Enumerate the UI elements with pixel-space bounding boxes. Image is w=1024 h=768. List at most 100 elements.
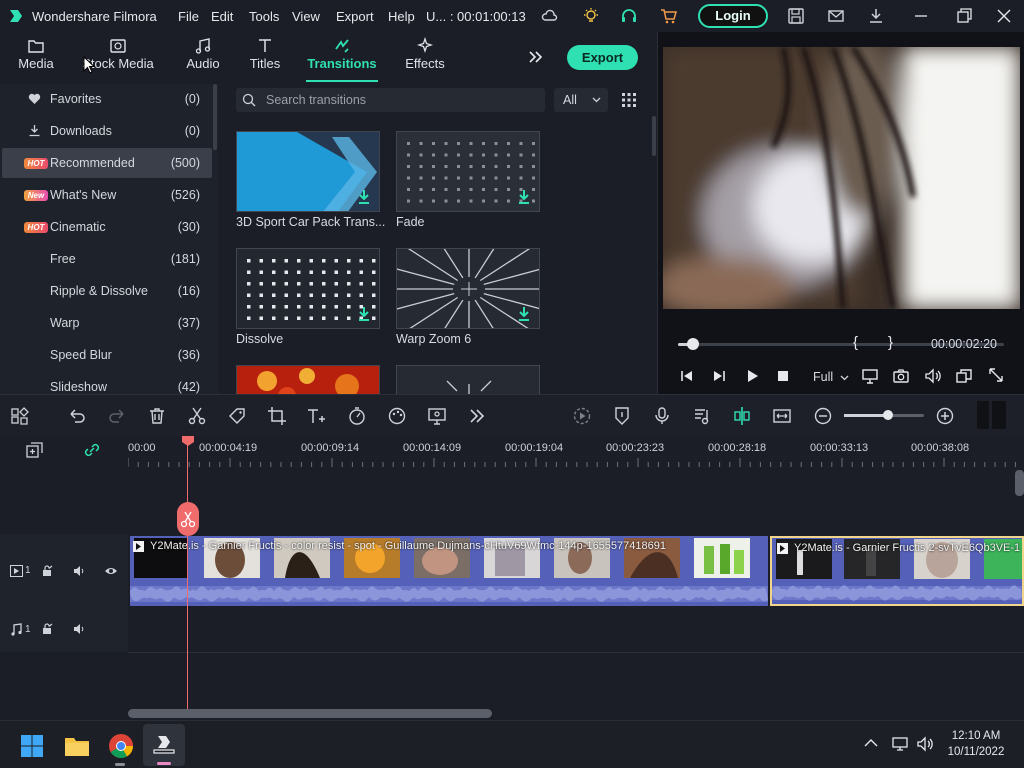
- monitor-icon[interactable]: [861, 367, 879, 385]
- green-screen-icon[interactable]: [427, 406, 447, 426]
- minimize-icon[interactable]: [912, 7, 930, 25]
- mark-out-button[interactable]: }: [888, 334, 893, 351]
- chrome-icon[interactable]: [108, 733, 134, 759]
- save-icon[interactable]: [787, 7, 805, 25]
- transition-thumb-fire[interactable]: [236, 365, 380, 394]
- sidebar-scrollbar[interactable]: [213, 84, 217, 150]
- filmora-taskbar-button[interactable]: [143, 724, 185, 766]
- playhead-knob[interactable]: [687, 338, 700, 350]
- browser-scrollbar[interactable]: [652, 116, 656, 156]
- audio-mixer-icon[interactable]: [692, 406, 712, 426]
- crop-icon[interactable]: [267, 406, 287, 426]
- download-icon[interactable]: [517, 189, 531, 205]
- scissors-icon[interactable]: [187, 406, 207, 426]
- menu-file[interactable]: File: [178, 9, 199, 24]
- clock-date[interactable]: 10/11/2022: [944, 746, 1008, 758]
- close-icon[interactable]: [995, 7, 1013, 25]
- zoom-slider-knob[interactable]: [883, 410, 893, 420]
- search-input[interactable]: [266, 91, 536, 109]
- zoom-out-icon[interactable]: [813, 406, 833, 426]
- play-icon[interactable]: [745, 369, 759, 383]
- mark-in-button[interactable]: {: [853, 334, 858, 351]
- speaker-icon[interactable]: [916, 735, 934, 753]
- search-box[interactable]: [236, 88, 545, 112]
- mute-icon[interactable]: [73, 565, 86, 577]
- speed-icon[interactable]: [347, 406, 367, 426]
- tab-titles[interactable]: Titles: [244, 32, 286, 80]
- category-warp[interactable]: Warp (37): [2, 308, 212, 338]
- windows-start-icon[interactable]: [20, 734, 44, 758]
- more-tools-icon[interactable]: [467, 406, 487, 426]
- cloud-icon[interactable]: [541, 7, 559, 25]
- timeline-playhead[interactable]: [187, 436, 188, 710]
- filter-dropdown[interactable]: All: [554, 88, 608, 112]
- login-button[interactable]: Login: [698, 4, 768, 28]
- download-icon[interactable]: [357, 189, 371, 205]
- menu-edit[interactable]: Edit: [211, 9, 233, 24]
- lock-icon[interactable]: [42, 564, 54, 577]
- play-pause-icon[interactable]: [712, 369, 726, 383]
- mail-icon[interactable]: [827, 7, 845, 25]
- timeline-ruler[interactable]: 00:00 00:00:04:19 00:00:09:14 00:00:14:0…: [0, 436, 1024, 470]
- chevron-up-icon[interactable]: [864, 738, 878, 748]
- transition-thumb-warp-zoom-6[interactable]: [396, 248, 540, 329]
- download-icon[interactable]: [357, 306, 371, 322]
- transition-thumb-fade[interactable]: [396, 131, 540, 212]
- microphone-icon[interactable]: [652, 406, 672, 426]
- volume-icon[interactable]: [924, 367, 942, 385]
- camera-icon[interactable]: [892, 367, 910, 385]
- snap-icon[interactable]: [732, 406, 752, 426]
- previous-frame-icon[interactable]: [680, 369, 694, 383]
- tab-transitions[interactable]: Transitions: [306, 32, 378, 82]
- export-button[interactable]: Export: [567, 45, 638, 70]
- menu-help[interactable]: Help: [388, 9, 415, 24]
- tab-media[interactable]: Media: [14, 32, 58, 80]
- bulb-icon[interactable]: [582, 7, 600, 25]
- category-cinematic[interactable]: HOT Cinematic (30): [2, 212, 212, 242]
- grid-view-icon[interactable]: [621, 92, 637, 108]
- mute-icon[interactable]: [73, 623, 86, 635]
- fullscreen-icon[interactable]: [988, 367, 1004, 383]
- video-clip-2-selected[interactable]: Y2Mate.is - Garnier Fructis 2-svTvE6Qb3V…: [770, 536, 1024, 606]
- marker-icon[interactable]: [612, 406, 632, 426]
- tag-icon[interactable]: [227, 406, 247, 426]
- layout-icon[interactable]: [10, 406, 30, 426]
- category-favorites[interactable]: Favorites (0): [2, 84, 212, 114]
- fit-timeline-icon[interactable]: [772, 406, 792, 426]
- playhead-handle-icon[interactable]: [181, 435, 195, 447]
- clock-time[interactable]: 12:10 AM: [944, 730, 1008, 742]
- download-icon[interactable]: [867, 7, 885, 25]
- timeline-vertical-scrollbar[interactable]: [1015, 470, 1024, 496]
- color-palette-icon[interactable]: [387, 406, 407, 426]
- transition-thumb-3d-sport-car[interactable]: [236, 131, 380, 212]
- split-marker[interactable]: [177, 502, 199, 536]
- category-downloads[interactable]: Downloads (0): [2, 116, 212, 146]
- stop-icon[interactable]: [777, 370, 789, 382]
- category-whats-new[interactable]: New What's New (526): [2, 180, 212, 210]
- link-icon[interactable]: [82, 441, 102, 459]
- cart-icon[interactable]: [660, 7, 678, 25]
- preview-video-frame[interactable]: [663, 47, 1020, 309]
- category-speed-blur[interactable]: Speed Blur (36): [2, 340, 212, 370]
- network-icon[interactable]: [891, 735, 909, 753]
- eye-icon[interactable]: [104, 566, 118, 576]
- crop-screen-icon[interactable]: [955, 367, 973, 385]
- quality-dropdown[interactable]: Full: [813, 370, 833, 384]
- restore-icon[interactable]: [955, 7, 973, 25]
- category-slideshow[interactable]: Slideshow (42): [2, 372, 212, 394]
- video-clip-1[interactable]: Y2Mate.is - Garnier Fructis - color resi…: [130, 536, 768, 606]
- more-tabs-icon[interactable]: [527, 49, 543, 65]
- render-preview-icon[interactable]: [572, 406, 592, 426]
- add-text-icon[interactable]: [306, 406, 326, 426]
- undo-icon[interactable]: [67, 406, 87, 426]
- category-ripple-dissolve[interactable]: Ripple & Dissolve (16): [2, 276, 212, 306]
- panel-toggle-right[interactable]: [992, 401, 1006, 429]
- transition-thumb-dissolve[interactable]: [236, 248, 380, 329]
- panel-toggle-left[interactable]: [977, 401, 989, 429]
- menu-view[interactable]: View: [292, 9, 320, 24]
- tab-effects[interactable]: Effects: [402, 32, 448, 80]
- headset-icon[interactable]: [620, 7, 638, 25]
- menu-export[interactable]: Export: [336, 9, 374, 24]
- category-free[interactable]: Free (181): [2, 244, 212, 274]
- lock-icon[interactable]: [42, 622, 54, 635]
